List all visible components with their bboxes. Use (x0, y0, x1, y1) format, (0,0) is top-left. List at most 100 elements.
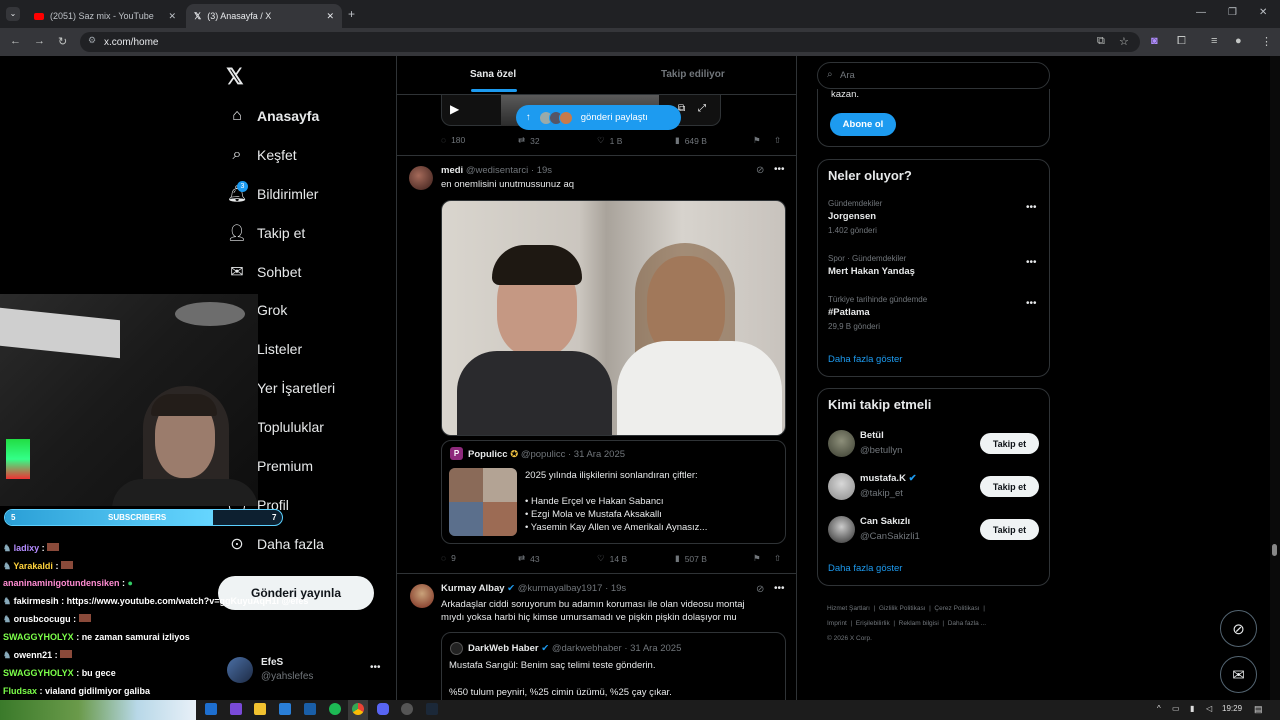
author-name[interactable]: Kurmay Albay (441, 583, 505, 594)
bookmark-icon[interactable]: ⚑ (753, 135, 761, 146)
page-scrollbar[interactable] (1270, 56, 1280, 700)
fullscreen-icon[interactable]: ⤢ (698, 103, 706, 114)
obs-icon[interactable] (401, 703, 413, 715)
like-action[interactable]: ♡ 14 B (597, 553, 627, 564)
avatar[interactable] (828, 516, 855, 543)
trend-more-icon[interactable]: ••• (1026, 202, 1037, 213)
site-info-icon[interactable]: ⚙ (88, 35, 96, 46)
follow-button[interactable]: Takip et (980, 433, 1039, 454)
app-icon[interactable] (304, 703, 316, 715)
tab-following[interactable]: Takip ediliyor (661, 69, 725, 80)
avatar[interactable] (410, 584, 434, 608)
post-time[interactable]: · 19s (605, 583, 626, 594)
extensions-icon[interactable]: ⧠ (1177, 35, 1186, 48)
more-icon[interactable]: ••• (774, 164, 785, 175)
messages-float-icon[interactable]: ✉ (1220, 656, 1257, 693)
footer-link[interactable]: Daha fazla ... (948, 620, 986, 627)
footer-link[interactable]: Reklam bilgisi (899, 620, 939, 627)
post-photo[interactable] (441, 200, 786, 436)
nav-more[interactable]: ⊙ Daha fazla (226, 532, 324, 556)
author-handle[interactable]: @wedisentarci (466, 165, 528, 176)
address-bar[interactable]: ⚙ x.com/home (80, 32, 1140, 52)
steam-icon[interactable] (426, 703, 438, 715)
new-posts-pill[interactable]: ↑ gönderi paylaştı (516, 105, 681, 130)
footer-link[interactable]: Gizlilik Politikası (879, 605, 926, 612)
minimize-icon[interactable]: — (1196, 7, 1206, 18)
mic-icon[interactable]: ▮ (1190, 704, 1194, 713)
back-icon[interactable]: ← (10, 35, 21, 47)
tab-youtube[interactable]: (2051) Saz mix - YouTube ✕ (26, 4, 184, 28)
author-handle[interactable]: @kurmayalbay1917 (518, 583, 603, 594)
scrollbar-thumb[interactable] (1272, 544, 1277, 556)
follow-button[interactable]: Takip et (980, 476, 1039, 497)
trend-item[interactable]: Türkiye tarihinde gündemde #Patlama 29,9… (828, 295, 927, 331)
tab-list-icon[interactable]: ⌄ (6, 7, 20, 21)
grok-icon[interactable]: ⊘ (756, 584, 764, 595)
tab-for-you[interactable]: Sana özel (470, 69, 516, 80)
close-icon[interactable]: ✕ (168, 11, 176, 22)
share-icon[interactable]: ⇧ (774, 553, 781, 564)
new-tab-icon[interactable]: + (348, 7, 355, 21)
media-icon[interactable]: ≡ (1211, 35, 1217, 47)
store-icon[interactable] (279, 703, 291, 715)
suggested-name[interactable]: Can Sakızlı (860, 516, 910, 527)
grok-icon[interactable]: ⊘ (756, 165, 764, 176)
views-action[interactable]: ▮ 507 B (675, 553, 707, 564)
follow-button[interactable]: Takip et (980, 519, 1039, 540)
profile-avatar-icon[interactable]: ● (1235, 35, 1242, 47)
suggested-name-row[interactable]: mustafa.K ✔ (860, 473, 917, 484)
show-more-follow[interactable]: Daha fazla göster (828, 563, 902, 574)
avatar[interactable] (409, 166, 433, 190)
nav-explore[interactable]: ⌕ Keşfet (226, 143, 297, 167)
volume-icon[interactable]: ◁ (1206, 704, 1212, 713)
nav-follow[interactable]: 👤︎ Takip et (226, 221, 305, 245)
install-icon[interactable]: ⧉ (1097, 35, 1105, 48)
grok-float-icon[interactable]: ⊘ (1220, 610, 1257, 647)
like-action[interactable]: ♡ 1 B (597, 135, 622, 146)
bookmark-icon[interactable]: ⚑ (753, 553, 761, 564)
footer-link[interactable]: Çerez Politikası (934, 605, 979, 612)
reply-action[interactable]: ◌ 9 (441, 553, 456, 563)
share-icon[interactable]: ⇧ (774, 135, 781, 146)
star-icon[interactable]: ☆ (1119, 35, 1129, 48)
extension-icon[interactable]: ◙ (1151, 35, 1158, 47)
notifications-icon[interactable]: ▤ (1254, 704, 1263, 715)
folder-icon[interactable] (254, 703, 266, 715)
play-icon[interactable]: ▶ (450, 102, 459, 116)
forward-icon[interactable]: → (34, 35, 45, 47)
repost-action[interactable]: ⇄ 32 (518, 135, 540, 146)
tab-x[interactable]: 𝕏 (3) Anasayfa / X ✕ (186, 4, 342, 28)
search-box[interactable]: ⌕ Ara (817, 62, 1050, 89)
nav-home[interactable]: ⌂ Anasayfa (226, 104, 319, 128)
views-action[interactable]: ▮ 649 B (675, 135, 707, 146)
edge-icon[interactable] (205, 703, 217, 715)
reload-icon[interactable]: ↻ (58, 35, 67, 48)
subscribe-button[interactable]: Abone ol (830, 113, 896, 136)
account-avatar[interactable] (227, 657, 253, 683)
avatar[interactable] (828, 473, 855, 500)
spotify-icon[interactable] (329, 703, 341, 715)
tray-chevron-icon[interactable]: ^ (1157, 704, 1161, 713)
post-time[interactable]: · 19s (531, 165, 552, 176)
close-window-icon[interactable]: ✕ (1259, 7, 1267, 18)
app-icon[interactable] (230, 703, 242, 715)
avatar[interactable] (828, 430, 855, 457)
trend-more-icon[interactable]: ••• (1026, 298, 1037, 309)
clock[interactable]: 19:29 (1222, 704, 1242, 713)
repost-action[interactable]: ⇄ 43 (518, 553, 540, 564)
account-more-icon[interactable]: ••• (370, 662, 381, 673)
suggested-name[interactable]: Betül (860, 430, 884, 441)
trend-item[interactable]: Spor · Gündemdekiler Mert Hakan Yandaş (828, 254, 915, 277)
taskbar-widget[interactable] (0, 700, 196, 720)
nav-notifications[interactable]: 🔔︎ 3 Bildirimler (226, 181, 318, 206)
show-more-trends[interactable]: Daha fazla göster (828, 354, 902, 365)
more-icon[interactable]: ••• (774, 583, 785, 594)
author-name[interactable]: medi (441, 165, 463, 176)
network-icon[interactable]: ▭ (1172, 704, 1180, 713)
chrome-icon[interactable] (352, 703, 364, 715)
menu-icon[interactable]: ⋮ (1261, 35, 1272, 48)
trend-item[interactable]: Gündemdekiler Jorgensen 1.402 gönderi (828, 199, 882, 235)
reply-action[interactable]: ◌ 180 (441, 135, 465, 145)
close-icon[interactable]: ✕ (326, 11, 334, 22)
discord-icon[interactable] (377, 703, 389, 715)
